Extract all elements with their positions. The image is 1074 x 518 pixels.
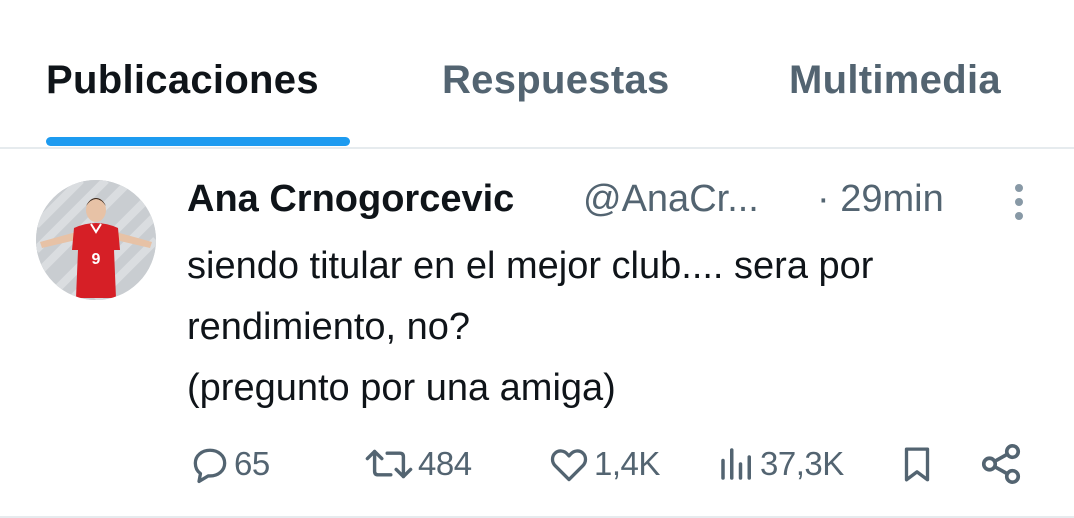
share-button[interactable] bbox=[978, 436, 1024, 492]
more-vertical-icon[interactable] bbox=[1009, 182, 1029, 222]
author-handle[interactable]: @AnaCr... bbox=[583, 178, 759, 221]
active-tab-indicator bbox=[46, 137, 350, 146]
repost-count: 484 bbox=[418, 445, 472, 482]
bookmark-icon bbox=[896, 441, 938, 487]
post-text-line: rendimiento, no? bbox=[187, 306, 471, 348]
post-header: Ana Crnogorcevic @AnaCr... · 29min bbox=[187, 178, 1067, 226]
like-button[interactable]: 1,4K bbox=[546, 436, 660, 492]
views-count: 37,3K bbox=[760, 445, 844, 482]
avatar[interactable]: 9 bbox=[36, 180, 156, 300]
post-text-line: (pregunto por una amiga) bbox=[187, 367, 616, 409]
share-icon bbox=[978, 441, 1024, 487]
svg-text:9: 9 bbox=[92, 251, 101, 268]
bookmark-button[interactable] bbox=[896, 436, 938, 492]
author-name[interactable]: Ana Crnogorcevic bbox=[187, 178, 514, 221]
tabs-divider bbox=[0, 147, 1074, 149]
reply-button[interactable]: 65 bbox=[188, 436, 270, 492]
tab-multimedia[interactable]: Multimedia bbox=[789, 58, 1001, 103]
post-timestamp[interactable]: · 29min bbox=[817, 178, 944, 221]
post-text-line: siendo titular en el mejor club.... sera… bbox=[187, 245, 874, 287]
tab-publicaciones[interactable]: Publicaciones bbox=[46, 58, 319, 103]
views-button[interactable]: 37,3K bbox=[716, 436, 844, 492]
views-icon bbox=[716, 442, 758, 486]
post-actions: 65 484 1,4K 37,3K bbox=[0, 436, 1074, 492]
repost-button[interactable]: 484 bbox=[362, 436, 472, 492]
tab-respuestas[interactable]: Respuestas bbox=[442, 58, 670, 103]
like-count: 1,4K bbox=[594, 445, 660, 482]
profile-tabs: Publicaciones Respuestas Multimedia bbox=[0, 0, 1074, 148]
post-text: siendo titular en el mejor club.... sera… bbox=[187, 236, 1047, 419]
reply-icon bbox=[188, 442, 232, 486]
repost-icon bbox=[362, 442, 416, 486]
avatar-image: 9 bbox=[36, 180, 156, 300]
reply-count: 65 bbox=[234, 445, 270, 482]
heart-icon bbox=[546, 442, 592, 486]
